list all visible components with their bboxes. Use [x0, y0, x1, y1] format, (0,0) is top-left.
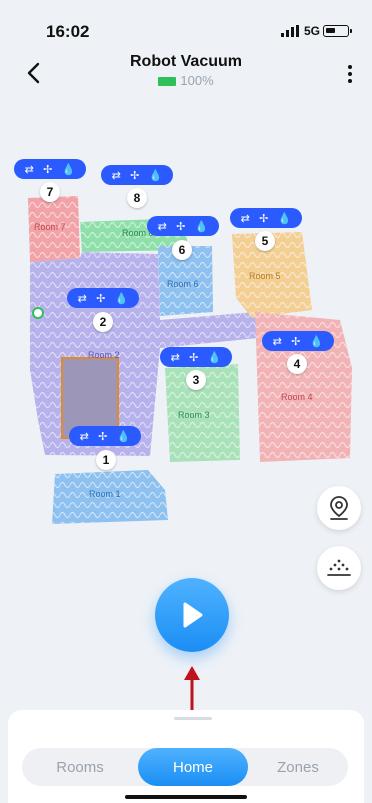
water-icon: 💧 [309, 335, 324, 348]
location-pin-icon [330, 496, 348, 520]
play-icon [183, 602, 203, 628]
mode-tabs: Rooms Home Zones [22, 748, 348, 786]
status-time: 16:02 [46, 22, 90, 41]
fan-icon: ✢ [259, 212, 269, 225]
tab-home[interactable]: Home [138, 748, 248, 786]
mode-icon: ⇄ [77, 292, 87, 305]
room-7-number[interactable]: 7 [40, 182, 60, 202]
fan-icon: ✢ [291, 335, 301, 348]
room-2-settings-pill[interactable]: ⇄ ✢ 💧 [67, 288, 139, 308]
fan-icon: ✢ [176, 220, 186, 233]
mode-icon: ⇄ [272, 335, 282, 348]
tab-rooms[interactable]: Rooms [22, 748, 138, 786]
network-label: 5G [304, 24, 321, 38]
room-3-number[interactable]: 3 [186, 370, 206, 390]
room-7-label: Room 7 [34, 222, 66, 232]
room-1-settings-pill[interactable]: ⇄ ✢ 💧 [69, 426, 141, 446]
room-6-settings-pill[interactable]: ⇄ ✢ 💧 [147, 216, 219, 236]
water-icon: 💧 [277, 212, 292, 225]
room-7-settings-pill[interactable]: ⇄ ✢ 💧 [14, 159, 86, 179]
tab-zones[interactable]: Zones [248, 748, 348, 786]
mode-icon: ⇄ [240, 212, 250, 225]
mode-icon: ⇄ [24, 163, 34, 176]
mode-icon: ⇄ [79, 430, 89, 443]
room-2-number[interactable]: 2 [93, 312, 113, 332]
room-8-number[interactable]: 8 [127, 188, 147, 208]
battery-charging-icon [158, 77, 177, 87]
water-icon: 💧 [61, 163, 76, 176]
fan-icon: ✢ [96, 292, 106, 305]
dust-icon [327, 559, 351, 576]
room-5-settings-pill[interactable]: ⇄ ✢ 💧 [230, 208, 302, 228]
fan-icon: ✢ [43, 163, 53, 176]
locate-robot-button[interactable] [317, 486, 361, 530]
battery-status: 100% [0, 73, 372, 88]
battery-icon [323, 25, 352, 37]
page-title: Robot Vacuum [129, 53, 242, 70]
mode-icon: ⇄ [157, 220, 167, 233]
status-bar: 16:02 5G [0, 0, 372, 44]
room-4-label: Room 4 [281, 392, 313, 402]
fan-icon: ✢ [130, 169, 140, 182]
room-2-label: Room 2 [88, 350, 120, 360]
room-1-number[interactable]: 1 [96, 450, 116, 470]
water-icon: 💧 [194, 220, 209, 233]
room-8-settings-pill[interactable]: ⇄ ✢ 💧 [101, 165, 173, 185]
room-3-settings-pill[interactable]: ⇄ ✢ 💧 [160, 347, 232, 367]
fan-icon: ✢ [189, 351, 199, 364]
room-5-label: Room 5 [249, 271, 281, 281]
room-3-label: Room 3 [178, 410, 210, 420]
mode-icon: ⇄ [111, 169, 121, 182]
room-1-label: Room 1 [89, 489, 121, 499]
room-5-number[interactable]: 5 [255, 231, 275, 251]
battery-percent: 100% [180, 73, 214, 88]
room-6-label: Room 6 [167, 279, 199, 289]
water-icon: 💧 [116, 430, 131, 443]
mode-icon: ⇄ [170, 351, 180, 364]
start-cleaning-button[interactable] [155, 578, 229, 652]
water-icon: 💧 [148, 169, 163, 182]
dock-icon [32, 307, 44, 319]
room-4-settings-pill[interactable]: ⇄ ✢ 💧 [262, 331, 334, 351]
more-options-icon[interactable] [340, 62, 360, 86]
water-icon: 💧 [207, 351, 222, 364]
annotation-arrow-icon [184, 666, 200, 710]
room-4-number[interactable]: 4 [287, 354, 307, 374]
home-indicator [125, 795, 247, 799]
room-6-number[interactable]: 6 [172, 240, 192, 260]
water-icon: 💧 [114, 292, 129, 305]
signal-icon [281, 25, 299, 37]
sheet-grabber[interactable] [174, 717, 212, 720]
carpet-settings-button[interactable] [317, 546, 361, 590]
fan-icon: ✢ [98, 430, 108, 443]
